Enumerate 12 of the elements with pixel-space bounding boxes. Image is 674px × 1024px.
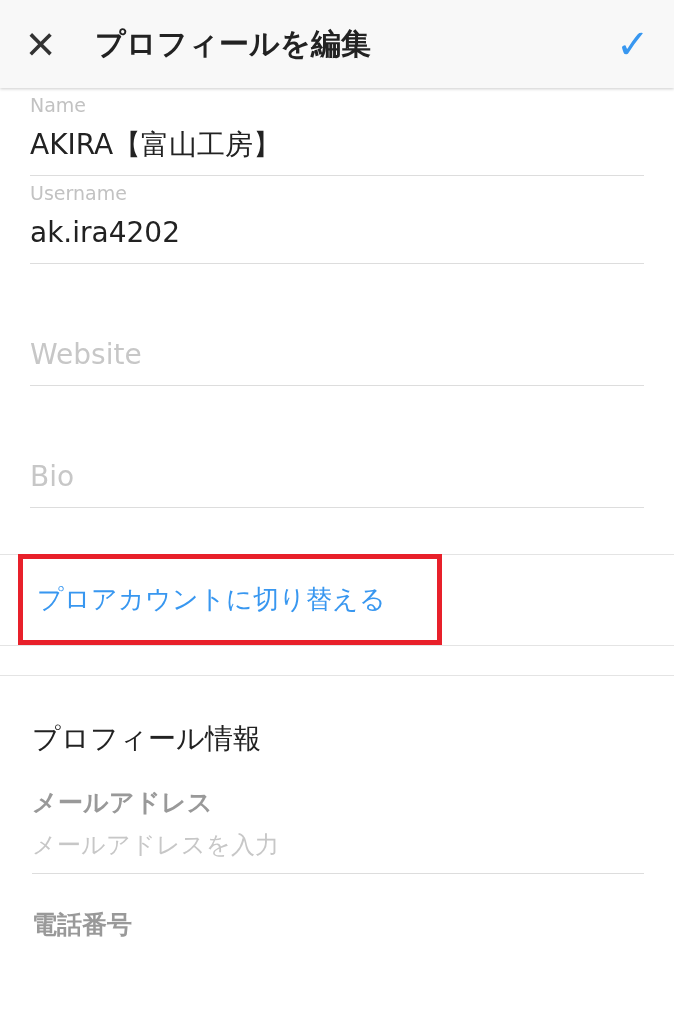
field-label: Name: [30, 94, 88, 118]
input-field[interactable]: Bio: [30, 450, 644, 501]
close-button[interactable]: ×: [26, 19, 56, 69]
input-field[interactable]: メールアドレスを入力: [32, 827, 644, 863]
section-title: プロフィール情報: [32, 721, 262, 757]
input-field[interactable]: ak.ira4202: [30, 206, 644, 257]
page-title: プロフィールを編集: [95, 24, 373, 63]
field-label: メールアドレス: [32, 787, 214, 819]
input-field[interactable]: Website: [30, 328, 644, 379]
field-label: Username: [30, 182, 128, 206]
field-label: 電話番号: [32, 909, 133, 941]
input-field[interactable]: AKIRA【富山工房】: [30, 118, 644, 169]
